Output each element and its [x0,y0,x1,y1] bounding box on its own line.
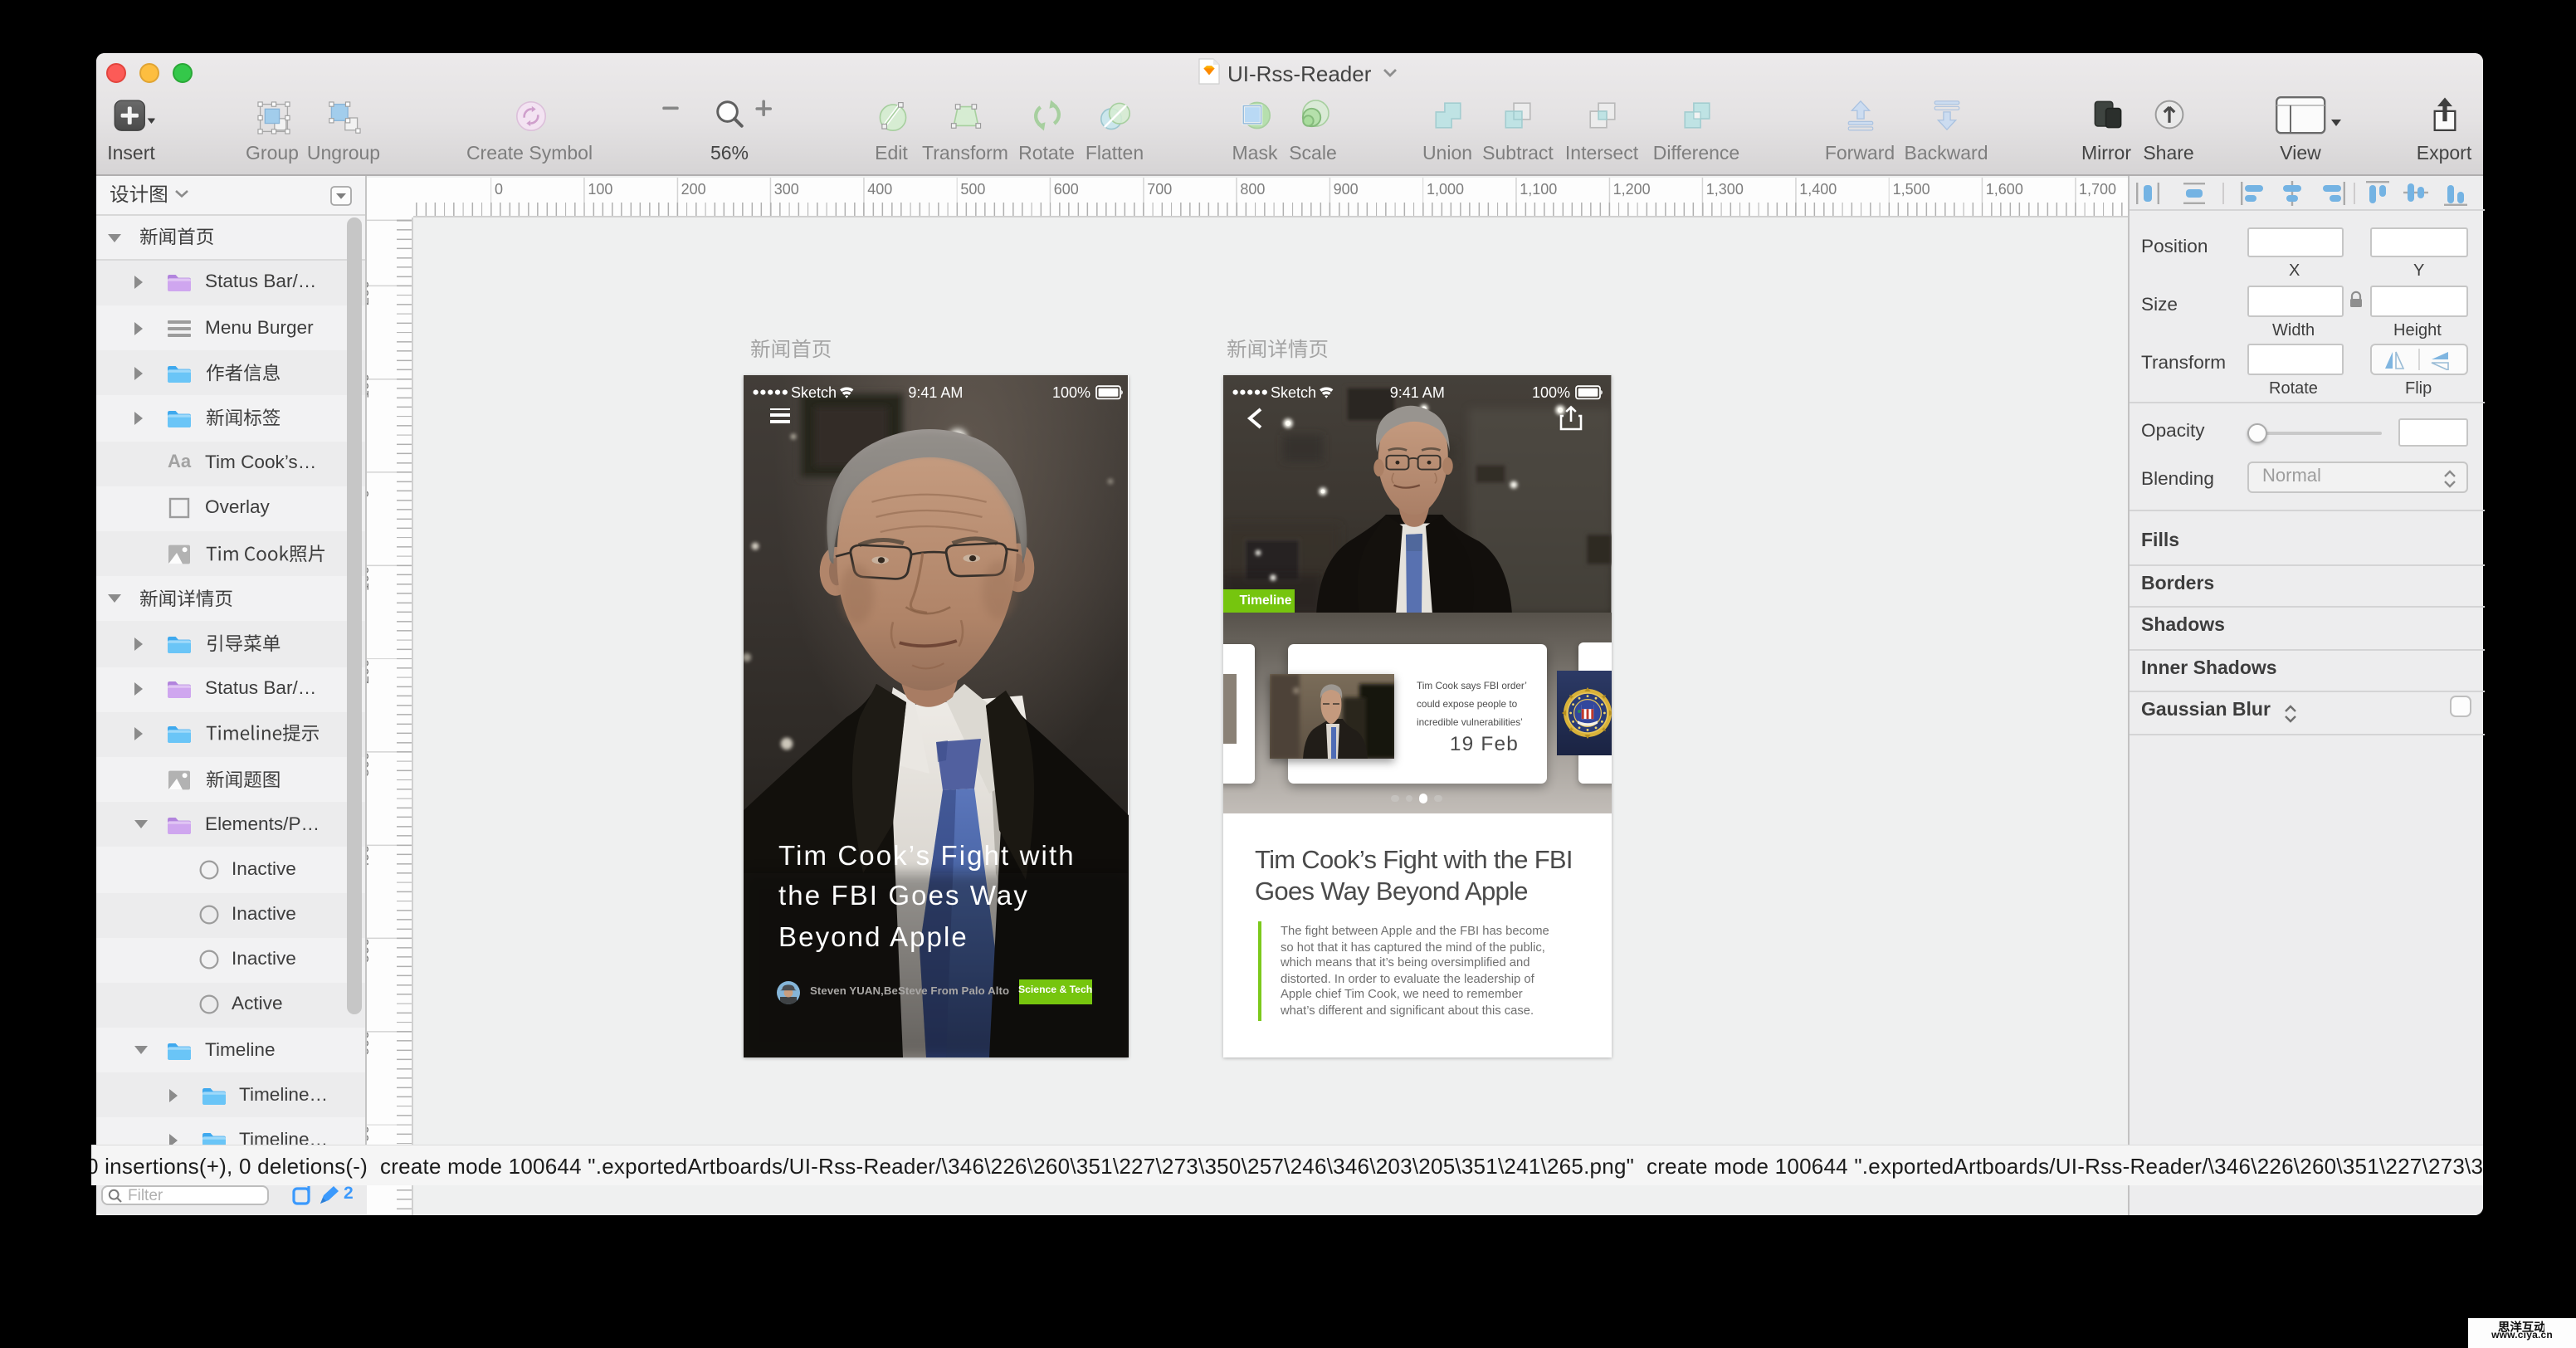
svg-text:9:41 AM: 9:41 AM [1389,384,1444,401]
svg-text:9:41 AM: 9:41 AM [908,384,963,401]
svg-text:100%: 100% [1531,384,1569,401]
svg-text:Sketch: Sketch [791,384,837,401]
svg-text:Sketch: Sketch [1271,384,1316,401]
svg-text:100%: 100% [1052,384,1090,401]
